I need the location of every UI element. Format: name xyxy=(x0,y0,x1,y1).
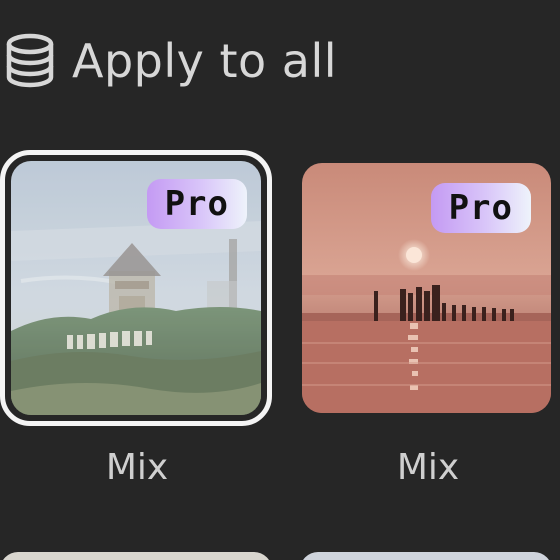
template-card-mix-2[interactable]: Pro xyxy=(302,163,551,413)
template-thumbnail: Pro xyxy=(11,161,261,415)
pro-badge: Pro xyxy=(430,183,531,233)
template-thumbnail: Pro xyxy=(302,163,551,413)
apply-to-all-label: Apply to all xyxy=(72,34,338,88)
template-label-mix-2: Mix xyxy=(396,447,460,488)
template-card-mix-1[interactable]: Pro xyxy=(0,150,272,426)
template-panel: Apply to all Pro Pro Mix Mix xyxy=(0,0,560,560)
template-card-peek-4[interactable] xyxy=(300,552,552,560)
apply-to-all-button[interactable]: Apply to all xyxy=(4,26,337,96)
pro-badge: Pro xyxy=(146,179,247,229)
database-stack-icon xyxy=(4,33,56,89)
template-card-peek-3[interactable] xyxy=(0,552,272,560)
template-label-mix-1: Mix xyxy=(105,447,169,488)
